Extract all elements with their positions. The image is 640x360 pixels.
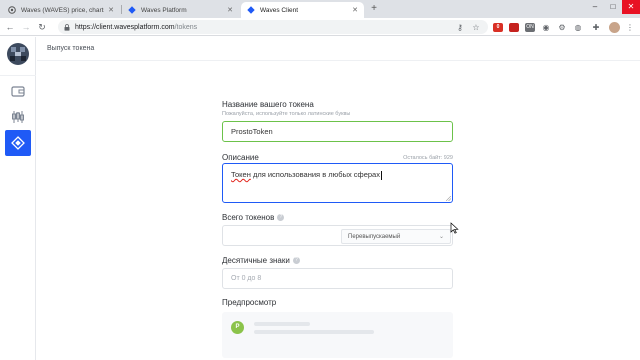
minimize-button[interactable]: – xyxy=(586,0,604,14)
preview-skeleton-line xyxy=(254,322,310,326)
browser-toolbar: ← → ↻ https://client.wavesplatform.com/t… xyxy=(0,18,640,36)
extension-red-icon[interactable] xyxy=(508,21,520,33)
tab-close-icon[interactable]: ✕ xyxy=(352,6,358,14)
lock-icon xyxy=(64,23,70,31)
address-bar[interactable]: https://client.wavesplatform.com/tokens xyxy=(58,20,488,34)
sidebar-item-tokens[interactable] xyxy=(5,130,31,156)
tab-waves-price[interactable]: Waves (WAVES) price, charts, mark ✕ xyxy=(2,2,120,18)
sidebar-item-wallet[interactable] xyxy=(5,78,31,104)
identicon-icon xyxy=(7,43,29,65)
info-icon[interactable]: ? xyxy=(277,214,285,222)
description-value: Токен для использования в любых сферах xyxy=(231,170,382,180)
sidebar-divider xyxy=(0,75,36,76)
url-path: /tokens xyxy=(174,23,198,31)
wallet-icon xyxy=(11,86,25,97)
tab-title: Waves Platform xyxy=(141,6,187,14)
forward-button[interactable]: → xyxy=(20,21,32,33)
decimals-placeholder: От 0 до 8 xyxy=(231,275,262,282)
window-close-button[interactable]: ✕ xyxy=(622,0,640,14)
token-name-value: ProstoToken xyxy=(231,127,273,136)
tab-title: Waves Client xyxy=(260,6,299,14)
extension-puzzle-icon[interactable]: ✚ xyxy=(590,21,602,33)
extension-badge-icon[interactable]: 0 xyxy=(492,21,504,33)
extension-feed-icon[interactable]: ◉ xyxy=(540,21,552,33)
new-tab-button[interactable]: + xyxy=(368,3,380,15)
resize-handle-icon[interactable] xyxy=(446,196,451,201)
token-preview-avatar: P xyxy=(231,321,244,334)
extension-globe-icon[interactable]: ◍ xyxy=(572,21,584,33)
description-rest: для использования в любых сферах xyxy=(250,170,380,179)
extension-tools-icon[interactable]: ⚙ xyxy=(556,21,568,33)
sidebar-item-dex[interactable] xyxy=(5,104,31,130)
profile-avatar[interactable] xyxy=(608,21,620,33)
preview-skeleton-line xyxy=(254,330,374,334)
page-title: Выпуск токена xyxy=(47,45,95,52)
tab-waves-client[interactable]: Waves Client ✕ xyxy=(241,2,364,18)
extension-gray-icon[interactable]: ON xyxy=(524,21,536,33)
total-tokens-label-text: Всего токенов xyxy=(222,213,275,222)
url-text: https://client.wavesplatform.com/tokens xyxy=(75,24,197,31)
account-avatar[interactable] xyxy=(7,43,29,65)
bookmark-star-icon[interactable]: ☆ xyxy=(470,21,482,33)
decimals-label-text: Десятичные знаки xyxy=(222,256,290,265)
app-sidebar xyxy=(0,37,36,360)
description-word-misspelled: Токен xyxy=(231,170,251,179)
token-name-label: Название вашего токена xyxy=(222,100,314,109)
chevron-down-icon: ⌄ xyxy=(438,234,444,240)
maximize-button[interactable]: □ xyxy=(604,0,622,14)
key-icon[interactable]: ⚷ xyxy=(454,21,466,33)
info-icon[interactable]: ? xyxy=(292,257,300,265)
extension-badge-text: ON xyxy=(525,22,535,32)
bytes-remaining: Осталось байт: 929 xyxy=(403,155,453,161)
tokens-icon xyxy=(11,136,25,150)
tab-close-icon[interactable]: ✕ xyxy=(108,6,114,14)
tab-title: Waves (WAVES) price, charts, mark xyxy=(21,6,104,14)
description-textarea[interactable]: Токен для использования в любых сферах xyxy=(222,163,453,203)
extension-badge-count: 0 xyxy=(493,22,503,32)
dex-icon xyxy=(12,111,24,123)
browser-tab-bar: Waves (WAVES) price, charts, mark ✕ Wave… xyxy=(0,0,640,18)
tab-close-icon[interactable]: ✕ xyxy=(227,6,233,14)
extension-icon-body xyxy=(509,22,519,32)
decimals-label: Десятичные знаки? xyxy=(222,256,300,265)
decimals-input[interactable]: От 0 до 8 xyxy=(222,268,453,289)
url-host: https://client.wavesplatform.com xyxy=(75,23,175,31)
description-label: Описание xyxy=(222,153,259,162)
tab-waves-platform[interactable]: Waves Platform ✕ xyxy=(122,2,239,18)
total-tokens-label: Всего токенов? xyxy=(222,213,285,222)
profile-avatar-image xyxy=(608,21,620,33)
reissuable-select[interactable]: Перевыпускаемый ⌄ xyxy=(341,229,451,244)
waves-logo-icon xyxy=(247,6,255,14)
reload-button[interactable]: ↻ xyxy=(36,21,48,33)
token-name-hint: Пожалуйста, используйте только латинские… xyxy=(222,111,351,117)
browser-menu-icon[interactable]: ⋮ xyxy=(624,21,636,33)
reissuable-selected-value: Перевыпускаемый xyxy=(348,233,401,240)
waves-logo-icon xyxy=(128,6,136,14)
mouse-cursor-icon xyxy=(450,222,459,234)
app-header: Выпуск токена xyxy=(37,37,640,61)
preview-label: Предпросмотр xyxy=(222,298,277,307)
total-tokens-input[interactable] xyxy=(222,225,338,246)
token-name-input[interactable]: ProstoToken xyxy=(222,121,453,142)
text-caret xyxy=(380,170,382,180)
back-button[interactable]: ← xyxy=(4,21,16,33)
token-preview-card: P xyxy=(222,312,453,358)
coinmarketcap-favicon-icon xyxy=(8,6,16,14)
